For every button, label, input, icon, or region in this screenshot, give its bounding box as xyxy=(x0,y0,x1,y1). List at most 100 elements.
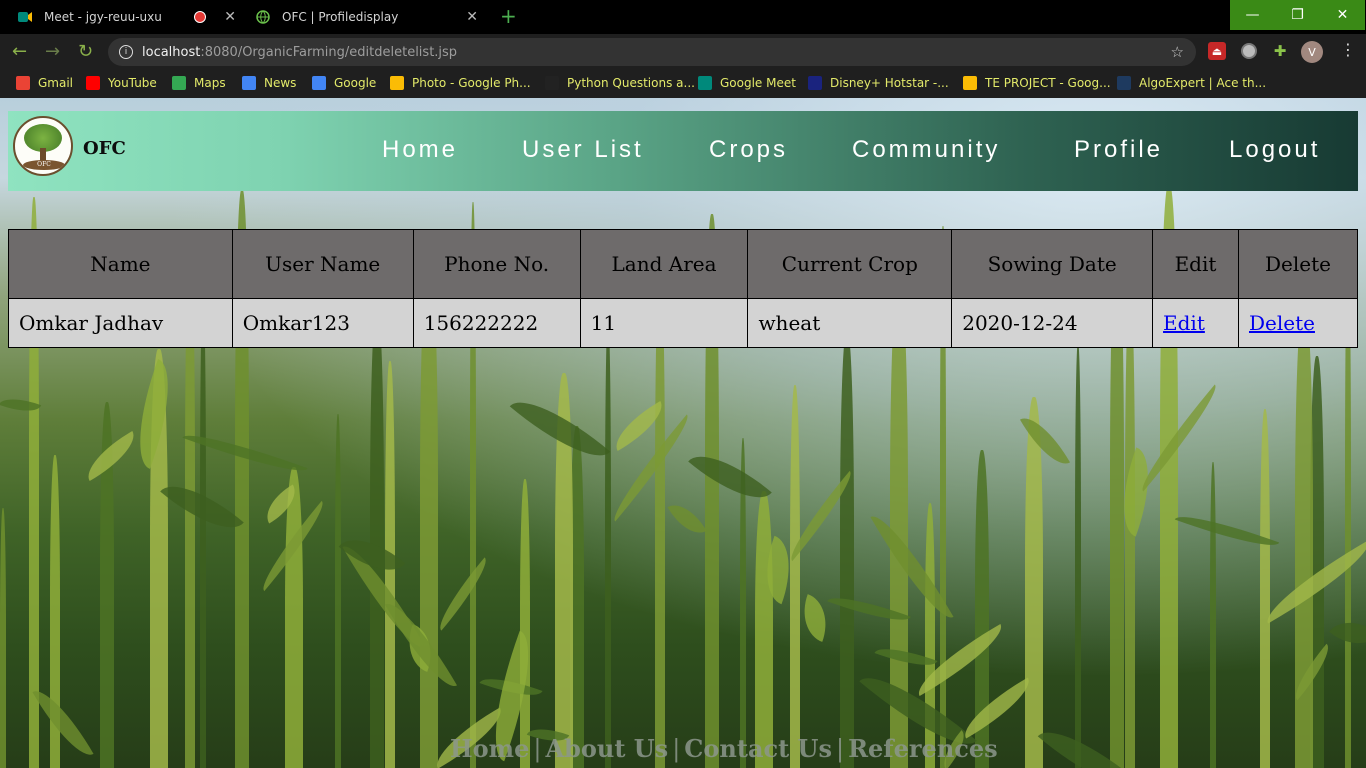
pdf-extension-icon[interactable]: ⏏ xyxy=(1208,42,1226,60)
bookmark-label: AlgoExpert | Ace th... xyxy=(1139,76,1267,90)
bookmark-item[interactable]: News xyxy=(242,76,296,90)
minimize-window-icon[interactable]: — xyxy=(1230,0,1275,30)
corn-leaf xyxy=(32,681,94,765)
footer-contact-us-link[interactable]: Contact Us xyxy=(684,734,832,763)
delete-link[interactable]: Delete xyxy=(1249,311,1315,335)
bookmark-label: News xyxy=(264,76,297,90)
nav-profile[interactable]: Profile xyxy=(1074,136,1163,164)
bookmark-item[interactable]: Google xyxy=(312,76,376,90)
recording-indicator-icon xyxy=(194,11,207,23)
gmail-icon xyxy=(16,76,30,90)
bookmark-item[interactable]: Python Questions a... xyxy=(545,76,695,90)
footer-home-link[interactable]: Home xyxy=(450,734,529,763)
header-edit: Edit xyxy=(1152,229,1239,299)
bookmark-label: TE PROJECT - Goog... xyxy=(985,76,1111,90)
corn-stalk xyxy=(755,491,773,768)
site-navbar: OFC OFC Home User List Crops Community P… xyxy=(8,111,1358,191)
bookmark-label: Maps xyxy=(194,76,226,90)
cell-land-area: 11 xyxy=(579,298,749,348)
page-body: OFC OFC Home User List Crops Community P… xyxy=(0,98,1366,768)
table-header-row: Name User Name Phone No. Land Area Curre… xyxy=(8,229,1359,299)
cell-current-crop: wheat xyxy=(747,298,953,348)
drive-icon xyxy=(963,76,977,90)
address-bar[interactable]: i localhost:8080/OrganicFarming/editdele… xyxy=(108,38,1196,66)
close-tab-icon[interactable]: ✕ xyxy=(466,9,478,25)
corn-leaf xyxy=(430,557,496,631)
nav-community[interactable]: Community xyxy=(852,136,1000,164)
corn-leaf xyxy=(121,359,187,469)
tab-title: Meet - jgy-reuu-uxu xyxy=(44,10,162,24)
extensions-puzzle-icon[interactable]: ✚ xyxy=(1271,42,1289,60)
header-phone-no: Phone No. xyxy=(412,229,581,299)
reload-icon[interactable]: ↻ xyxy=(78,42,93,62)
nav-logout[interactable]: Logout xyxy=(1229,136,1320,164)
edit-link[interactable]: Edit xyxy=(1163,311,1205,335)
algoexpert-icon xyxy=(1117,76,1131,90)
close-window-icon[interactable]: ✕ xyxy=(1320,0,1365,30)
browser-toolbar: ← → ↻ i localhost:8080/OrganicFarming/ed… xyxy=(0,34,1366,70)
corn-stalk xyxy=(200,296,206,768)
bookmark-item[interactable]: Gmail xyxy=(16,76,73,90)
nav-crops[interactable]: Crops xyxy=(709,136,788,164)
cell-edit: Edit xyxy=(1152,298,1239,348)
forward-arrow-icon[interactable]: → xyxy=(45,42,60,62)
corn-leaf xyxy=(667,496,707,542)
logo-text: OFC xyxy=(23,160,65,170)
header-sowing-date: Sowing Date xyxy=(951,229,1154,299)
bookmark-label: Google Meet xyxy=(720,76,796,90)
tab-ofc-profiledisplay[interactable]: OFC | Profiledisplay ✕ xyxy=(246,0,488,34)
bookmark-item[interactable]: Maps xyxy=(172,76,226,90)
brand-name: OFC xyxy=(83,138,126,159)
corn-stalk xyxy=(285,467,303,768)
cell-phone-no: 156222222 xyxy=(412,298,581,348)
bookmark-item[interactable]: TE PROJECT - Goog... xyxy=(963,76,1111,90)
footer-about-us-link[interactable]: About Us xyxy=(545,734,668,763)
hotstar-icon xyxy=(808,76,822,90)
corn-stalk xyxy=(1025,397,1043,768)
nav-home[interactable]: Home xyxy=(382,136,458,164)
corn-stalk xyxy=(335,414,341,768)
tab-title: OFC | Profiledisplay xyxy=(282,10,399,24)
bookmark-star-icon[interactable]: ☆ xyxy=(1171,43,1184,61)
browser-menu-icon[interactable]: ⋮ xyxy=(1340,40,1356,59)
restore-window-icon[interactable]: ❐ xyxy=(1275,0,1320,30)
bookmark-label: Disney+ Hotstar -... xyxy=(830,76,949,90)
footer-links: Home | About Us | Contact Us | References xyxy=(450,734,998,763)
bookmark-item[interactable]: Google Meet xyxy=(698,76,796,90)
profile-avatar[interactable]: V xyxy=(1301,41,1323,63)
browser-tab-bar: Meet - jgy-reuu-uxu ✕ OFC | Profiledispl… xyxy=(0,0,1366,34)
cell-delete: Delete xyxy=(1237,298,1359,348)
table-row: Omkar Jadhav Omkar123 156222222 11 wheat… xyxy=(8,298,1359,348)
new-tab-button[interactable]: + xyxy=(500,6,517,26)
bookmark-item[interactable]: Photo - Google Ph... xyxy=(390,76,531,90)
back-arrow-icon[interactable]: ← xyxy=(12,42,27,62)
header-user-name: User Name xyxy=(231,229,414,299)
corn-stalk xyxy=(0,508,6,768)
user-list-table: Name User Name Phone No. Land Area Curre… xyxy=(8,229,1359,348)
meet-icon xyxy=(698,76,712,90)
header-delete: Delete xyxy=(1237,229,1359,299)
nav-user-list[interactable]: User List xyxy=(522,136,644,164)
corn-stalk xyxy=(605,320,611,768)
bookmark-item[interactable]: YouTube xyxy=(86,76,157,90)
globe-favicon-icon xyxy=(256,10,270,24)
footer-references-link[interactable]: References xyxy=(848,734,998,763)
ofc-logo[interactable]: OFC xyxy=(13,116,73,176)
header-name: Name xyxy=(8,229,233,299)
corn-stalk xyxy=(840,332,854,768)
cell-sowing-date: 2020-12-24 xyxy=(951,298,1154,348)
tab-meet[interactable]: Meet - jgy-reuu-uxu ✕ xyxy=(8,0,246,34)
corn-stalk xyxy=(370,308,384,768)
bookmark-item[interactable]: AlgoExpert | Ace th... xyxy=(1117,76,1266,90)
close-tab-icon[interactable]: ✕ xyxy=(224,9,236,25)
bookmark-label: YouTube xyxy=(108,76,157,90)
news-icon xyxy=(242,76,256,90)
site-info-icon[interactable]: i xyxy=(119,45,133,59)
record-extension-icon[interactable] xyxy=(1240,42,1258,60)
header-land-area: Land Area xyxy=(579,229,749,299)
meet-favicon-icon xyxy=(18,10,32,24)
corn-stalk xyxy=(790,385,800,768)
bookmark-item[interactable]: Disney+ Hotstar -... xyxy=(808,76,949,90)
header-current-crop: Current Crop xyxy=(747,229,953,299)
photos-icon xyxy=(390,76,404,90)
